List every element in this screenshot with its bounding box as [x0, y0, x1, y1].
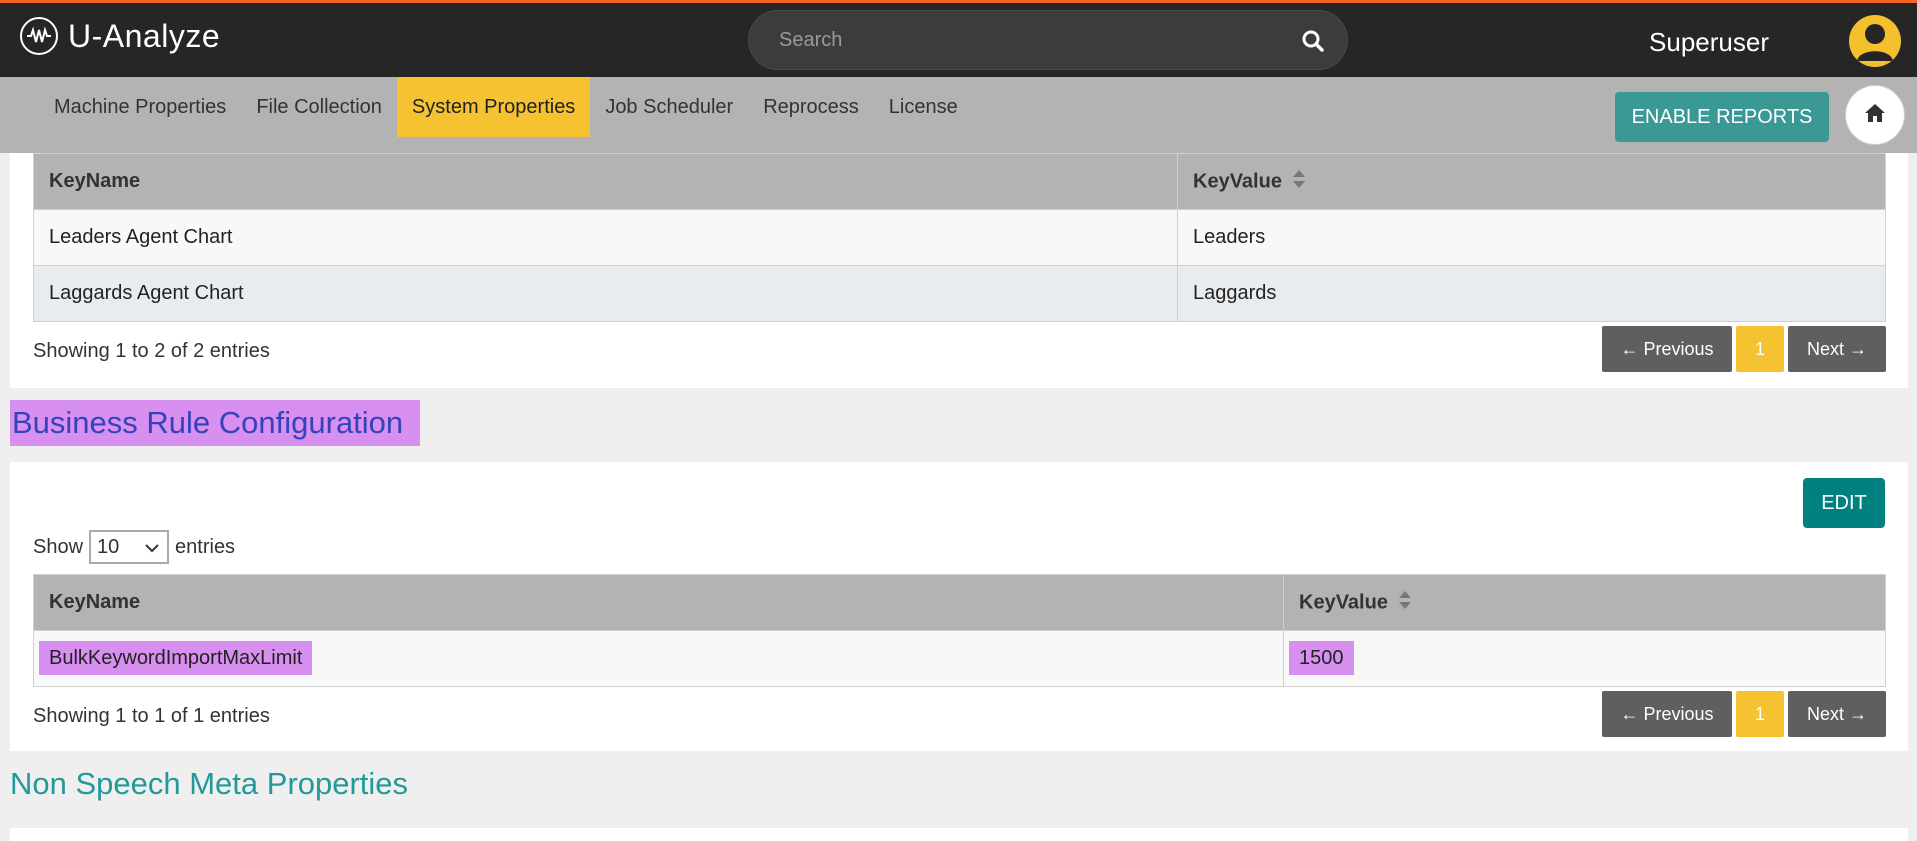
cell-keyname: BulkKeywordImportMaxLimit	[39, 641, 313, 675]
current-page-button[interactable]: 1	[1736, 326, 1784, 372]
current-page-button[interactable]: 1	[1736, 691, 1784, 737]
tab-reprocess[interactable]: Reprocess	[748, 77, 874, 137]
column-header-keyname[interactable]: KeyName	[33, 574, 1284, 631]
cell-keyvalue: Leaders	[1177, 209, 1886, 266]
search-icon[interactable]	[1301, 29, 1325, 53]
tab-system-properties[interactable]: System Properties	[396, 77, 591, 137]
previous-page-button[interactable]: ← Previous	[1602, 691, 1732, 737]
cell-keyname-wrap: BulkKeywordImportMaxLimit	[33, 630, 1284, 687]
home-icon	[1863, 102, 1887, 129]
tab-license[interactable]: License	[874, 77, 973, 137]
column-header-keyvalue[interactable]: KeyValue	[1177, 153, 1886, 210]
enable-reports-button[interactable]: ENABLE REPORTS	[1615, 92, 1829, 142]
page-size-select[interactable]: 10	[89, 530, 170, 564]
non-speech-panel	[10, 828, 1908, 841]
tab-machine-properties[interactable]: Machine Properties	[39, 77, 241, 137]
cell-keyname: Leaders Agent Chart	[33, 209, 1178, 266]
home-button[interactable]	[1845, 85, 1905, 145]
business-rule-title: Business Rule Configuration	[10, 400, 420, 446]
system-properties-panel: KeyName KeyValue Leaders Agent Chart Lea…	[10, 153, 1908, 388]
cell-keyvalue: Laggards	[1177, 265, 1886, 322]
search-box	[748, 10, 1348, 70]
next-page-button[interactable]: Next →	[1788, 326, 1886, 372]
table-info: Showing 1 to 1 of 1 entries	[33, 705, 270, 727]
properties-table: KeyName KeyValue Leaders Agent Chart Lea…	[33, 153, 1886, 322]
user-avatar-icon[interactable]	[1849, 15, 1901, 67]
page-size-control: Show 10 entries	[33, 530, 235, 564]
column-header-label: KeyValue	[1193, 169, 1282, 192]
column-header-label: KeyValue	[1299, 590, 1388, 613]
page-size-value: 10	[97, 535, 120, 558]
business-rule-table: KeyName KeyValue BulkKeywordImportMaxLim…	[33, 574, 1886, 687]
table-row[interactable]: Laggards Agent Chart Laggards	[33, 265, 1886, 322]
edit-button[interactable]: EDIT	[1803, 478, 1885, 528]
tab-file-collection[interactable]: File Collection	[241, 77, 397, 137]
cell-keyvalue: 1500	[1289, 641, 1354, 675]
previous-page-button[interactable]: ← Previous	[1602, 326, 1732, 372]
waveform-logo-icon	[20, 17, 58, 55]
show-label: Show	[33, 535, 84, 558]
sort-icon[interactable]	[1398, 590, 1412, 616]
table-row[interactable]: Leaders Agent Chart Leaders	[33, 209, 1886, 266]
cell-keyvalue-wrap: 1500	[1283, 630, 1886, 687]
user-name[interactable]: Superuser	[1649, 27, 1769, 58]
tab-job-scheduler[interactable]: Job Scheduler	[590, 77, 748, 137]
business-rule-panel: EDIT Show 10 entries KeyName KeyValue Bu…	[10, 462, 1908, 751]
nav-tabs: Machine Properties File Collection Syste…	[39, 77, 973, 137]
cell-keyname: Laggards Agent Chart	[33, 265, 1178, 322]
top-header: U-Analyze Superuser	[0, 0, 1917, 77]
brand[interactable]: U-Analyze	[20, 17, 220, 55]
pagination: ← Previous 1 Next →	[1602, 691, 1886, 737]
app-name: U-Analyze	[68, 17, 221, 54]
chevron-down-icon	[145, 536, 159, 559]
pagination: ← Previous 1 Next →	[1602, 326, 1886, 372]
column-header-keyvalue[interactable]: KeyValue	[1283, 574, 1886, 631]
search-input[interactable]	[779, 11, 1279, 69]
sort-icon[interactable]	[1292, 169, 1306, 195]
nav-bar: Machine Properties File Collection Syste…	[0, 77, 1917, 153]
table-row[interactable]: BulkKeywordImportMaxLimit 1500	[33, 630, 1886, 687]
column-header-keyname[interactable]: KeyName	[33, 153, 1178, 210]
table-info: Showing 1 to 2 of 2 entries	[33, 340, 270, 362]
entries-label: entries	[175, 535, 236, 558]
next-page-button[interactable]: Next →	[1788, 691, 1886, 737]
non-speech-title: Non Speech Meta Properties	[10, 766, 409, 801]
